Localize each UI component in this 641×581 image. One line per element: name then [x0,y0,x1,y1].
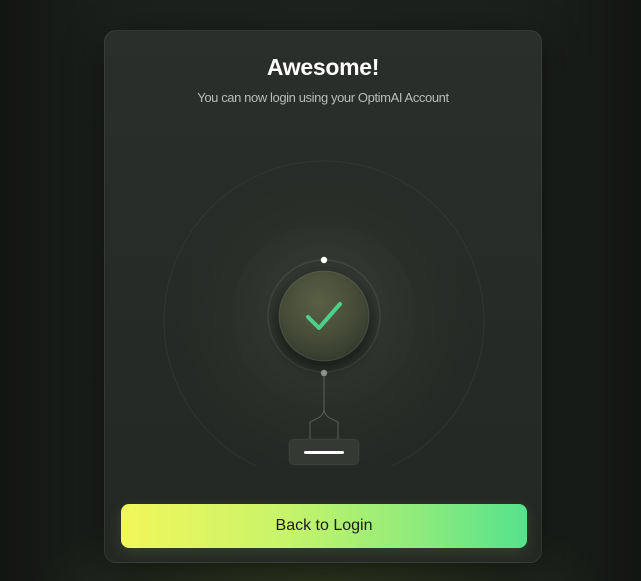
success-card: Awesome! You can now login using your Op… [104,30,542,563]
back-to-login-button[interactable]: Back to Login [121,504,527,548]
dialog-subtitle: You can now login using your OptimAI Acc… [197,90,449,105]
status-disc [278,270,370,362]
dialog-title: Awesome! [266,54,380,80]
success-illustration [163,160,485,466]
bottom-node-dot [320,369,328,377]
dash-indicator-icon [304,451,344,454]
